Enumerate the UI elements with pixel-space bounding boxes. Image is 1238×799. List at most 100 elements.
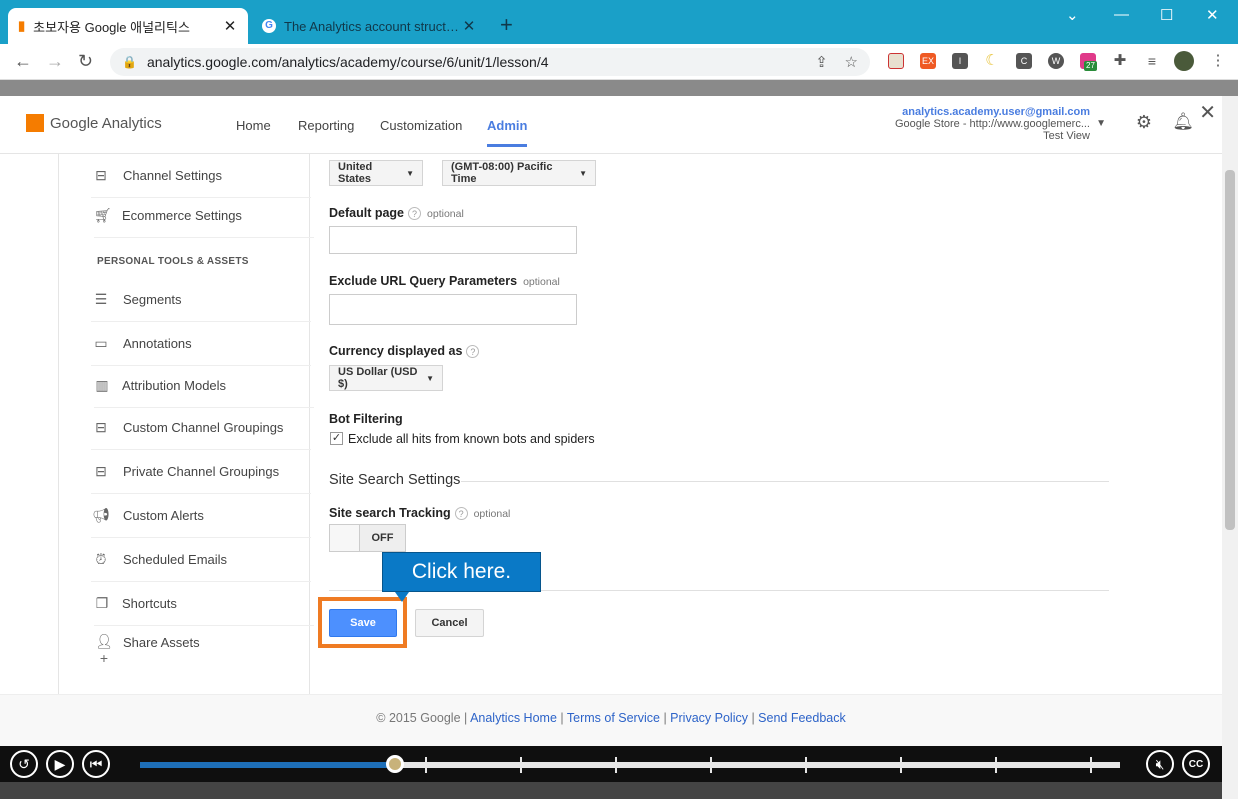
progress-track[interactable]: [140, 755, 1120, 773]
extension-i-icon[interactable]: I: [952, 53, 968, 69]
restart-icon[interactable]: ⏮: [82, 750, 110, 778]
play-icon[interactable]: ▶: [46, 750, 74, 778]
footer-link-terms[interactable]: Terms of Service: [567, 711, 660, 725]
segments-icon: ☰: [94, 290, 108, 307]
channel-grouping-icon: ⊟: [95, 462, 107, 479]
reload-icon[interactable]: ↻: [78, 51, 93, 72]
analytics-app: Google Analytics Home Reporting Customiz…: [0, 96, 1222, 746]
nav-admin[interactable]: Admin: [487, 118, 528, 147]
sidebar-item-label: Annotations: [123, 336, 192, 351]
reading-list-icon[interactable]: ≡: [1144, 53, 1160, 69]
back-icon[interactable]: ←: [14, 51, 32, 72]
ga-header: Google Analytics Home Reporting Customiz…: [0, 96, 1222, 154]
url-input[interactable]: 🔒 analytics.google.com/analytics/academy…: [110, 48, 870, 76]
tab-title: 초보자용 Google 애널리틱스: [33, 19, 190, 35]
tab-search-icon[interactable]: ⌄: [1066, 6, 1079, 24]
footer-link-privacy[interactable]: Privacy Policy: [670, 711, 748, 725]
currency-label: Currency displayed as?: [329, 344, 480, 358]
gear-icon[interactable]: ⚙: [1136, 112, 1152, 133]
currency-select[interactable]: US Dollar (USD $) ▼: [329, 365, 443, 391]
bot-filter-checkbox[interactable]: ✓: [330, 432, 343, 445]
optional-text: optional: [473, 508, 511, 520]
bottom-strip: [0, 782, 1222, 799]
section-heading: PERSONAL TOOLS & ASSETS: [97, 256, 249, 267]
maximize-icon[interactable]: ☐: [1160, 6, 1173, 24]
moon-extension-icon[interactable]: ☾: [984, 53, 1000, 69]
close-tab-icon[interactable]: ✕: [461, 17, 477, 35]
currency-value: US Dollar (USD $): [338, 366, 418, 390]
progress-tick: [615, 757, 617, 773]
analytics-favicon-icon: ▮: [18, 18, 26, 33]
account-caret-icon[interactable]: ▼: [1096, 118, 1106, 129]
sidebar-item-ecommerce-settings[interactable]: 🛒︎ Ecommerce Settings: [94, 194, 314, 238]
extension-ex-icon[interactable]: EX: [920, 53, 936, 69]
site-search-tracking-label: Site search Tracking? optional: [329, 506, 511, 520]
browser-tab-bar: ▮ 초보자용 Google 애널리틱스 ✕ G The Analytics ac…: [0, 0, 1238, 44]
captions-icon[interactable]: CC: [1182, 750, 1210, 778]
close-tab-icon[interactable]: ✕: [222, 17, 238, 35]
lesson-player-bar: ↺ ▶ ⏮ 🔇︎ CC: [0, 746, 1222, 782]
sidebar-item-attribution-models[interactable]: ▥ Attribution Models: [94, 364, 314, 408]
tab-account-structure[interactable]: G The Analytics account structure ✕: [252, 8, 487, 44]
site-search-toggle[interactable]: OFF: [329, 524, 406, 552]
nav-customization[interactable]: Customization: [380, 118, 462, 133]
flag-extension-icon[interactable]: 27: [1080, 53, 1097, 71]
exclude-params-label: Exclude URL Query Parameters optional: [329, 274, 560, 288]
share-icon[interactable]: ⇪: [815, 54, 828, 71]
sidebar-item-private-channel-groupings[interactable]: ⊟ Private Channel Groupings: [91, 450, 311, 494]
page-scrollbar[interactable]: [1222, 96, 1238, 799]
extension-c-icon[interactable]: C: [1016, 53, 1032, 69]
bookmark-star-icon[interactable]: ☆: [845, 54, 858, 71]
close-overlay-icon[interactable]: ✕: [1199, 100, 1216, 125]
progress-knob[interactable]: [385, 755, 404, 773]
country-select[interactable]: United States ▼: [329, 160, 423, 186]
minimize-icon[interactable]: —: [1114, 6, 1129, 23]
extensions-puzzle-icon[interactable]: ✚: [1112, 53, 1128, 69]
scroll-thumb[interactable]: [1225, 170, 1235, 530]
footer-link-feedback[interactable]: Send Feedback: [758, 711, 846, 725]
new-tab-button[interactable]: +: [500, 12, 513, 38]
help-icon[interactable]: ?: [466, 345, 480, 358]
help-icon[interactable]: ?: [454, 507, 468, 520]
account-email: analytics.academy.user@gmail.com: [902, 106, 1090, 118]
timezone-select[interactable]: (GMT-08:00) Pacific Time ▼: [442, 160, 596, 186]
dropdown-caret-icon: ▼: [426, 373, 434, 383]
sidebar-item-custom-channel-groupings[interactable]: ⊟ Custom Channel Groupings: [91, 406, 311, 450]
account-selector[interactable]: analytics.academy.user@gmail.com Google …: [895, 106, 1090, 142]
ga-logo[interactable]: Google Analytics: [26, 114, 162, 132]
save-button[interactable]: Save: [329, 609, 397, 637]
progress-tick: [520, 757, 522, 773]
footer: © 2015 Google | Analytics Home | Terms o…: [0, 694, 1222, 746]
bot-filtering-label: Bot Filtering: [329, 412, 403, 426]
default-page-input[interactable]: [329, 226, 577, 254]
sidebar-item-label: Scheduled Emails: [123, 552, 228, 567]
nav-home[interactable]: Home: [236, 118, 271, 133]
sidebar-item-scheduled-emails[interactable]: ⏰︎ Scheduled Emails: [91, 538, 311, 582]
bell-icon[interactable]: 🔔︎: [1172, 112, 1194, 132]
wordpress-icon[interactable]: W: [1048, 53, 1064, 69]
optional-text: optional: [523, 276, 560, 288]
sidebar-item-share-assets[interactable]: 👤︎+ Share Assets: [94, 620, 314, 666]
sidebar-item-segments[interactable]: ☰ Segments: [91, 278, 311, 322]
sidebar-item-custom-alerts[interactable]: 📢︎ Custom Alerts: [91, 494, 311, 538]
help-icon[interactable]: ?: [408, 207, 422, 220]
bot-filter-checkbox-label[interactable]: Exclude all hits from known bots and spi…: [348, 432, 595, 446]
cancel-button[interactable]: Cancel: [415, 609, 484, 637]
annotation-icon: ▭: [94, 334, 108, 351]
sidebar-item-channel-settings[interactable]: ⊟ Channel Settings: [91, 154, 311, 198]
exclude-params-textarea[interactable]: [329, 294, 577, 325]
forward-icon[interactable]: →: [46, 51, 64, 72]
mute-icon[interactable]: 🔇︎: [1146, 750, 1174, 778]
tab-ga-beginners[interactable]: ▮ 초보자용 Google 애널리틱스 ✕: [8, 8, 248, 44]
extension-icon[interactable]: [888, 53, 904, 69]
account-view: Test View: [1043, 130, 1090, 142]
footer-link-analytics-home[interactable]: Analytics Home: [470, 711, 557, 725]
replay-icon[interactable]: ↺: [10, 750, 38, 778]
close-window-icon[interactable]: ✕: [1206, 6, 1219, 24]
view-settings-form: United States ▼ (GMT-08:00) Pacific Time ▼…: [311, 154, 1211, 694]
nav-reporting[interactable]: Reporting: [298, 118, 354, 133]
profile-avatar[interactable]: [1174, 51, 1194, 71]
menu-dots-icon[interactable]: ⋮: [1210, 53, 1226, 69]
progress-tick: [1090, 757, 1092, 773]
sidebar-item-annotations[interactable]: ▭ Annotations: [91, 322, 311, 366]
